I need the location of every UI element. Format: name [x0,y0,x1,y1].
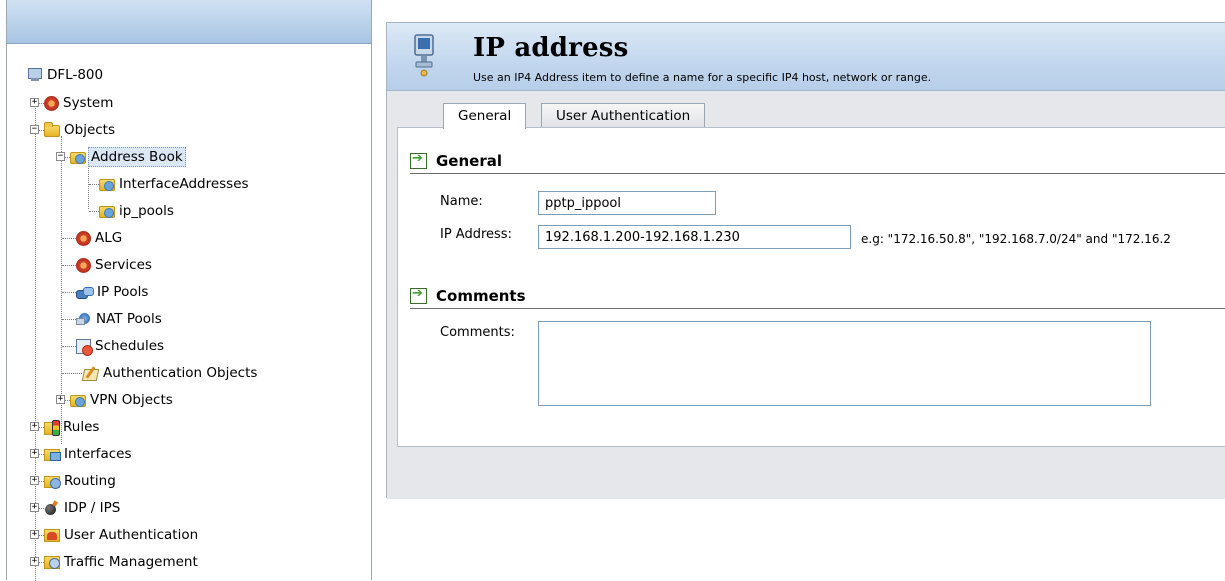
expand-traffic-management-toggle[interactable]: + [30,557,39,566]
expand-rules-toggle[interactable]: + [30,422,39,431]
tree-item-label: ip_pools [119,203,174,219]
ip-address-field[interactable] [538,225,851,249]
system-gear-icon [44,95,59,111]
expand-system-toggle[interactable]: + [30,98,39,107]
tree-item-schedules[interactable]: Schedules [76,335,166,357]
tab-user-authentication[interactable]: User Authentication [541,103,706,128]
address-folder-icon [99,206,115,218]
comments-label: Comments: [440,325,515,340]
button-bar-area [387,447,1225,499]
vpn-folder-icon [70,395,86,407]
collapse-objects-toggle[interactable]: − [30,125,39,134]
comments-section-title: Comments [436,287,526,305]
interfaces-icon [44,449,61,461]
tree-item-ip-pools-folder[interactable]: ip_pools [99,200,176,222]
traffic-management-icon [44,556,60,569]
tree-item-label: Schedules [95,338,165,354]
tree-panel-header [7,0,371,44]
page-title: IP address [473,33,629,63]
tree-item-ip-pools[interactable]: IP Pools [76,281,150,303]
nat-pools-icon [76,312,92,326]
tree-item-label: Services [95,257,152,273]
schedule-calendar-icon [76,338,93,356]
tree-item-label: NAT Pools [96,311,162,327]
ip-address-hint: e.g: "172.16.50.8", "192.168.7.0/24" and… [861,232,1171,246]
tree-item-label: Address Book [88,147,186,167]
ip-pools-icon [76,287,94,299]
user-authentication-icon [44,529,60,542]
tree-item-traffic-management[interactable]: Traffic Management [44,551,200,573]
tree-item-idp-ips[interactable]: IDP / IPS [44,497,122,519]
tree-item-authentication-objects[interactable]: Authentication Objects [82,362,259,384]
tree-item-user-authentication[interactable]: User Authentication [44,524,200,546]
navigation-tree: + − − + + + + + + + DFL-800 System Objec… [7,44,371,581]
name-field[interactable] [538,191,716,215]
tree-item-label: InterfaceAddresses [119,176,249,192]
expand-routing-toggle[interactable]: + [30,476,39,485]
idp-bomb-icon [44,501,60,515]
folder-icon [44,122,60,137]
tree-item-rules[interactable]: Rules [44,416,101,438]
tree-item-label: User Authentication [64,527,199,543]
address-folder-icon [99,179,115,191]
tree-item-label: ALG [95,230,123,246]
general-section-title: General [436,152,502,170]
alg-gear-icon [76,230,91,246]
tree-item-interfaces[interactable]: Interfaces [44,443,133,465]
tree-item-routing[interactable]: Routing [44,470,118,492]
device-icon [27,68,43,82]
tree-item-dfl-800[interactable]: DFL-800 [27,64,105,86]
navigation-tree-panel: + − − + + + + + + + DFL-800 System Objec… [6,0,372,581]
content-panel: IP address Use an IP4 Address item to de… [386,22,1225,499]
tree-item-objects[interactable]: Objects [44,119,117,141]
tree-item-label: System [63,95,114,111]
general-tab-panel: General Name: IP Address: e.g: "172.16.5… [397,127,1225,447]
collapse-address-book-toggle[interactable]: − [56,152,65,161]
tree-item-services[interactable]: Services [76,254,154,276]
tree-item-nat-pools[interactable]: NAT Pools [76,308,164,330]
expand-user-authentication-toggle[interactable]: + [30,530,39,539]
tree-item-label: Traffic Management [64,554,198,570]
tab-strip: General User Authentication [387,92,1225,129]
expand-vpn-objects-toggle[interactable]: + [56,395,65,404]
general-section-header: General [410,149,1225,174]
tree-item-label: VPN Objects [90,392,173,408]
tab-general[interactable]: General [443,103,527,129]
comments-field[interactable] [538,321,1151,406]
tree-item-label: DFL-800 [47,67,104,83]
tree-item-vpn-objects[interactable]: VPN Objects [70,389,175,411]
expand-interfaces-toggle[interactable]: + [30,449,39,458]
tree-item-label: IDP / IPS [64,500,121,516]
comments-section-header: Comments [410,284,1225,309]
page-subtitle: Use an IP4 Address item to define a name… [473,71,932,84]
address-book-icon [70,152,86,164]
green-arrow-icon [410,286,427,304]
name-label: Name: [440,194,483,209]
tree-item-label: Authentication Objects [103,365,258,381]
green-arrow-icon [410,151,427,169]
services-gear-icon [76,257,91,273]
routing-icon [44,476,61,489]
computer-address-icon [414,34,434,77]
authentication-pen-icon [82,366,99,381]
tree-item-label: Rules [63,419,100,435]
ip-address-label: IP Address: [440,227,512,242]
tree-item-alg[interactable]: ALG [76,227,124,249]
page-header: IP address Use an IP4 Address item to de… [387,23,1225,91]
tree-item-label: IP Pools [97,284,149,300]
tree-item-label: Interfaces [64,446,132,462]
tree-item-label: Objects [64,122,116,138]
tree-item-interface-addresses[interactable]: InterfaceAddresses [99,173,251,195]
tree-item-label: Routing [64,473,116,489]
tree-item-system[interactable]: System [44,92,115,114]
tree-item-address-book[interactable]: Address Book [70,146,186,168]
expand-idp-ips-toggle[interactable]: + [30,503,39,512]
rules-traffic-light-icon [44,419,60,436]
